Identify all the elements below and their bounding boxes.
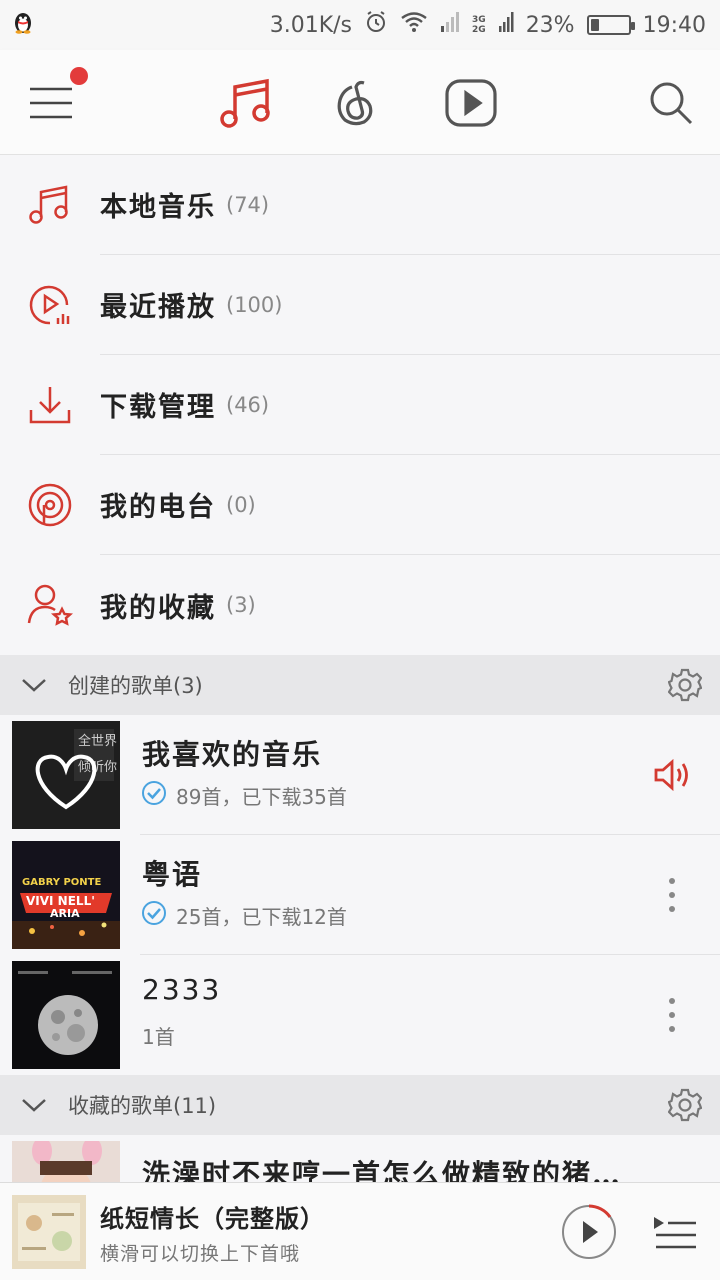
playlist-row-liked[interactable]: 全世界 倾听你 我喜欢的音乐 89首，已下载35首 [0,715,720,835]
radio-icon [0,482,100,528]
menu-item-local-music[interactable]: 本地音乐 (74) [0,155,720,255]
battery-percent: 23% [525,12,575,38]
search-icon[interactable] [642,74,700,132]
now-playing-hint: 横滑可以切换上下首哦 [100,1243,301,1265]
music-note-icon [0,184,100,226]
netease-logo-icon[interactable] [330,74,388,132]
playlist-title: 我喜欢的音乐 [142,738,323,771]
menu-item-label: 下载管理 [100,392,216,423]
network-type: 3G 2G [472,15,486,35]
menu-item-count: (74) [226,192,270,217]
created-playlists-list: 全世界 倾听你 我喜欢的音乐 89首，已下载35首 GABRY PONTE VI… [0,715,720,1075]
signal-icon [440,11,460,39]
svg-text:VIVI NELL': VIVI NELL' [26,894,95,908]
hamburger-menu-icon[interactable] [22,74,80,132]
collected-playlists-header[interactable]: 收藏的歌单(11) [0,1075,720,1135]
menu-item-my-collection[interactable]: 我的收藏 (3) [0,555,720,655]
battery-level [590,19,599,31]
gear-icon[interactable] [650,668,720,702]
playlist-title: 洗澡时不来哼一首怎么做精致的猪… [142,1158,623,1182]
playlist-subtitle: 25首，已下载12首 [176,905,347,929]
recent-play-icon [0,282,100,328]
alarm-icon [364,10,388,40]
playlist-row-cantonese[interactable]: GABRY PONTE VIVI NELL' ARIA 粤语 25首，已下载12… [0,835,720,955]
menu-item-label: 本地音乐 [100,192,216,223]
battery-icon [586,15,635,35]
wifi-icon [400,11,428,39]
menu-item-label: 我的电台 [100,492,216,523]
playlist-queue-icon[interactable] [650,1213,698,1253]
gear-icon[interactable] [650,1088,720,1122]
clock: 19:40 [642,12,706,38]
svg-text:倾听你: 倾听你 [78,760,117,775]
playlist-row-2333[interactable]: 2333 1首 [0,955,720,1075]
top-navigation-bar [0,50,720,155]
menu-item-label: 最近播放 [100,292,216,323]
more-icon[interactable] [652,873,692,917]
playlist-row-collected[interactable]: 洗澡时不来哼一首怎么做精致的猪… [0,1135,720,1182]
playlist-cover: 全世界 倾听你 [12,721,120,829]
music-note-icon[interactable] [218,74,276,132]
download-icon [0,384,100,426]
chevron-down-icon[interactable] [0,1097,68,1113]
qq-penguin-icon [12,10,34,40]
now-playing-title: 纸短情长（完整版） [100,1204,325,1233]
my-music-menu: 本地音乐 (74) 最近播放 (100) 下载管理 (46) 我的电台 (0) [0,155,720,655]
playlist-cover [12,961,120,1069]
signal-icon-2 [498,11,514,39]
section-title: 创建的歌单(3) [68,674,203,698]
speaker-icon[interactable] [652,753,692,797]
menu-item-count: (3) [226,593,256,617]
playlist-cover [12,1141,120,1182]
downloaded-check-icon [142,901,166,930]
play-pause-button[interactable] [560,1203,618,1261]
mini-player[interactable]: 纸短情长（完整版） 横滑可以切换上下首哦 [0,1182,720,1280]
network-speed: 3.01K/s [269,12,353,38]
more-icon[interactable] [652,993,692,1037]
downloaded-check-icon [142,781,166,810]
section-title: 收藏的歌单(11) [68,1094,217,1118]
playlist-subtitle: 1首 [142,1025,175,1049]
menu-item-count: (0) [226,492,256,517]
menu-item-count: (100) [226,292,283,317]
playlist-cover: GABRY PONTE VIVI NELL' ARIA [12,841,120,949]
created-playlists-header[interactable]: 创建的歌单(3) [0,655,720,715]
playlist-title: 2333 [142,973,222,1006]
notification-dot [70,67,88,85]
now-playing-cover [12,1195,86,1269]
menu-item-download-manager[interactable]: 下载管理 (46) [0,355,720,455]
svg-text:全世界: 全世界 [78,733,117,749]
menu-item-recent-play[interactable]: 最近播放 (100) [0,255,720,355]
svg-text:ARIA: ARIA [50,907,80,920]
menu-item-my-radio[interactable]: 我的电台 (0) [0,455,720,555]
menu-item-label: 我的收藏 [100,592,216,624]
collected-playlists-list: 洗澡时不来哼一首怎么做精致的猪… [0,1135,720,1182]
chevron-down-icon[interactable] [0,677,68,693]
status-bar: 3.01K/s 3G 2G 23% 19:40 [0,0,720,50]
menu-item-count: (46) [226,392,270,417]
svg-text:GABRY PONTE: GABRY PONTE [22,877,101,888]
playlist-subtitle: 89首，已下载35首 [176,785,347,809]
playlist-title: 粤语 [142,858,203,891]
user-star-icon [0,583,100,627]
video-play-icon[interactable] [442,74,500,132]
